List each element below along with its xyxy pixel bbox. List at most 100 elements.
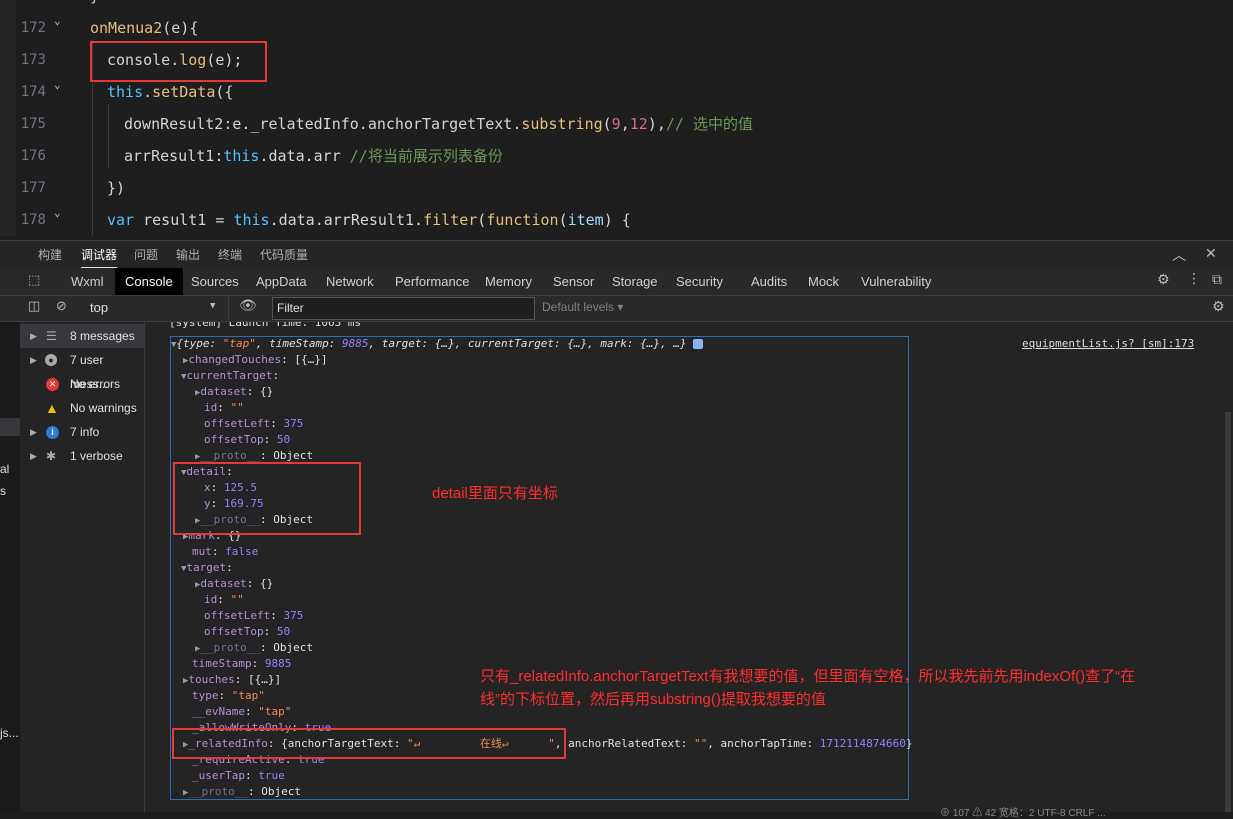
settings-gear-icon[interactable]: ⚙ <box>1157 272 1170 288</box>
console-scrollbar[interactable] <box>1225 412 1231 812</box>
fold-chevron-icon[interactable]: ⌄ <box>54 206 61 219</box>
code-editor[interactable]: 172 173 174 175 176 177 178 ⌄ ⌄ ⌄ } onMe… <box>0 0 1233 236</box>
bug-icon: ✱ <box>46 449 57 463</box>
info-icon: i <box>46 426 59 439</box>
highlight-box-console-log <box>90 41 267 82</box>
devtools-tabbar: ⬚ Wxml Console Sources AppData Network P… <box>0 268 1233 296</box>
annotation-related-line2: 线”的下标位置，然后再用substring()提取我想要的值 <box>480 691 826 708</box>
console-sidebar: ▶ ☰ 8 messages ▶ ● 7 user mess... ✕ No e… <box>20 322 145 812</box>
line-number: 178 <box>20 212 46 228</box>
bottom-panel-tabbar: 构建 调试器 问题 输出 终端 代码质量 ︿ ✕ <box>0 240 1233 269</box>
tree-node[interactable]: ▶__proto__: Object <box>183 784 301 801</box>
tab-sensor[interactable]: Sensor <box>553 268 594 295</box>
line-number: 176 <box>20 148 46 164</box>
chevron-up-icon[interactable]: ︿ <box>1172 245 1186 265</box>
tab-network[interactable]: Network <box>326 268 374 295</box>
expand-arrow-icon: ▶ <box>30 355 37 365</box>
dropdown-arrow-icon: ▼ <box>210 301 216 311</box>
line-number: 173 <box>20 52 46 68</box>
context-select-value: top <box>90 300 109 315</box>
tab-problems[interactable]: 问题 <box>134 241 158 269</box>
sidebar-item-errors[interactable]: ✕ No errors <box>20 372 144 396</box>
tab-wxml[interactable]: Wxml <box>71 268 104 295</box>
sidebar-item-label: 8 messages <box>70 329 135 343</box>
eye-icon[interactable]: 👁 <box>239 298 257 314</box>
explorer-edge-strip: al s js... <box>0 322 20 812</box>
fold-chevron-icon[interactable]: ⌄ <box>54 14 61 27</box>
log-levels-select[interactable]: Default levels ▾ <box>542 300 623 314</box>
tree-node[interactable]: ▶dataset: {} <box>195 384 273 401</box>
sidebar-item-label: No errors <box>70 377 121 391</box>
filter-input[interactable]: Filter <box>272 297 535 320</box>
filter-input-placeholder: Filter <box>277 301 304 315</box>
code-line: arrResult1:this.data.arr //将当前展示列表备份 <box>124 147 503 165</box>
tree-node: id: "" <box>204 593 244 606</box>
code-line: } <box>90 0 99 12</box>
console-object-summary[interactable]: ▼{type: "tap", timeStamp: 9885, target: … <box>171 336 704 353</box>
expand-arrow-icon: ▶ <box>30 427 37 437</box>
console-output[interactable]: [system] Launch Time: 1063 ms ▼{type: "t… <box>145 322 1233 812</box>
sidebar-item-user-messages[interactable]: ▶ ● 7 user mess... <box>20 348 144 391</box>
highlight-box-related-info <box>172 728 566 759</box>
warning-icon: ▲ <box>45 400 59 416</box>
tab-appdata[interactable]: AppData <box>256 268 307 295</box>
inspect-element-icon[interactable]: ⬚ <box>28 273 40 288</box>
expand-arrow-icon: ▶ <box>30 331 37 341</box>
sidebar-item-verbose[interactable]: ▶ ✱ 1 verbose <box>20 444 144 468</box>
console-settings-gear-icon[interactable]: ⚙ <box>1212 299 1225 315</box>
info-badge-icon[interactable] <box>693 339 704 349</box>
fold-chevron-icon[interactable]: ⌄ <box>54 78 61 91</box>
tab-performance[interactable]: Performance <box>395 268 469 295</box>
tab-audits[interactable]: Audits <box>751 268 787 295</box>
tab-mock[interactable]: Mock <box>808 268 839 295</box>
context-select[interactable]: top ▼ <box>82 296 229 320</box>
user-icon: ● <box>45 354 57 366</box>
tab-code-quality[interactable]: 代码质量 <box>260 241 308 269</box>
close-icon[interactable]: ✕ <box>1205 246 1217 262</box>
tab-security[interactable]: Security <box>676 268 723 295</box>
sidebar-item-info[interactable]: ▶ i 7 info <box>20 420 144 444</box>
tab-output[interactable]: 输出 <box>176 241 200 269</box>
tree-node: offsetLeft: 375 <box>204 417 304 430</box>
sidebar-item-label: 7 info <box>70 425 100 439</box>
tree-node: __evName: "tap" <box>192 705 292 718</box>
indent-guide <box>108 104 109 168</box>
tree-node: _userTap: true <box>192 769 285 782</box>
tab-storage[interactable]: Storage <box>612 268 658 295</box>
tab-memory[interactable]: Memory <box>485 268 532 295</box>
source-link[interactable]: equipmentList.js? [sm]:173 <box>1022 336 1194 352</box>
line-number: 177 <box>20 180 46 196</box>
tree-node[interactable]: ▶touches: [{…}] <box>183 672 281 689</box>
tree-node[interactable]: ▶changedTouches: [{…}] <box>183 352 328 369</box>
console-system-message: [system] Launch Time: 1063 ms <box>169 322 362 329</box>
tree-node: type: "tap" <box>192 689 265 702</box>
sidebar-item-label: No warnings <box>70 401 137 415</box>
tab-vulnerability[interactable]: Vulnerability <box>861 268 931 295</box>
code-line: var result1 = this.data.arrResult1.filte… <box>107 211 631 229</box>
log-levels-label: Default levels <box>542 300 615 314</box>
code-line: downResult2:e._relatedInfo.anchorTargetT… <box>124 115 753 133</box>
sidebar-item-messages[interactable]: ▶ ☰ 8 messages <box>20 324 144 348</box>
collapse-arrow-icon: ▼ <box>171 340 177 350</box>
tree-node[interactable]: ▶dataset: {} <box>195 576 273 593</box>
tab-build[interactable]: 构建 <box>38 241 62 269</box>
tree-node: offsetTop: 50 <box>204 433 291 446</box>
more-vertical-icon[interactable]: ⋮ <box>1187 271 1201 287</box>
tab-debugger[interactable]: 调试器 <box>81 241 118 269</box>
code-line: onMenua2(e){ <box>90 19 199 37</box>
tab-console[interactable]: Console <box>115 268 183 295</box>
tree-node: offsetLeft: 375 <box>204 609 304 622</box>
tree-node: offsetTop: 50 <box>204 625 291 638</box>
sidebar-item-warnings[interactable]: ▲ No warnings <box>20 396 144 420</box>
code-line: }) <box>107 179 126 197</box>
tab-sources[interactable]: Sources <box>191 268 239 295</box>
dock-side-icon[interactable]: ⧉ <box>1212 272 1222 288</box>
annotation-detail: detail里面只有坐标 <box>432 485 558 502</box>
tree-node[interactable]: ▼target: <box>181 560 233 577</box>
tree-node[interactable]: ▼currentTarget: <box>181 368 279 385</box>
clear-console-icon[interactable]: ⊘ <box>56 299 67 314</box>
tree-node[interactable]: ▶__proto__: Object <box>195 640 313 657</box>
tree-node: mut: false <box>192 545 259 558</box>
toggle-sidebar-icon[interactable]: ◫ <box>28 299 40 314</box>
tab-terminal[interactable]: 终端 <box>218 241 242 269</box>
